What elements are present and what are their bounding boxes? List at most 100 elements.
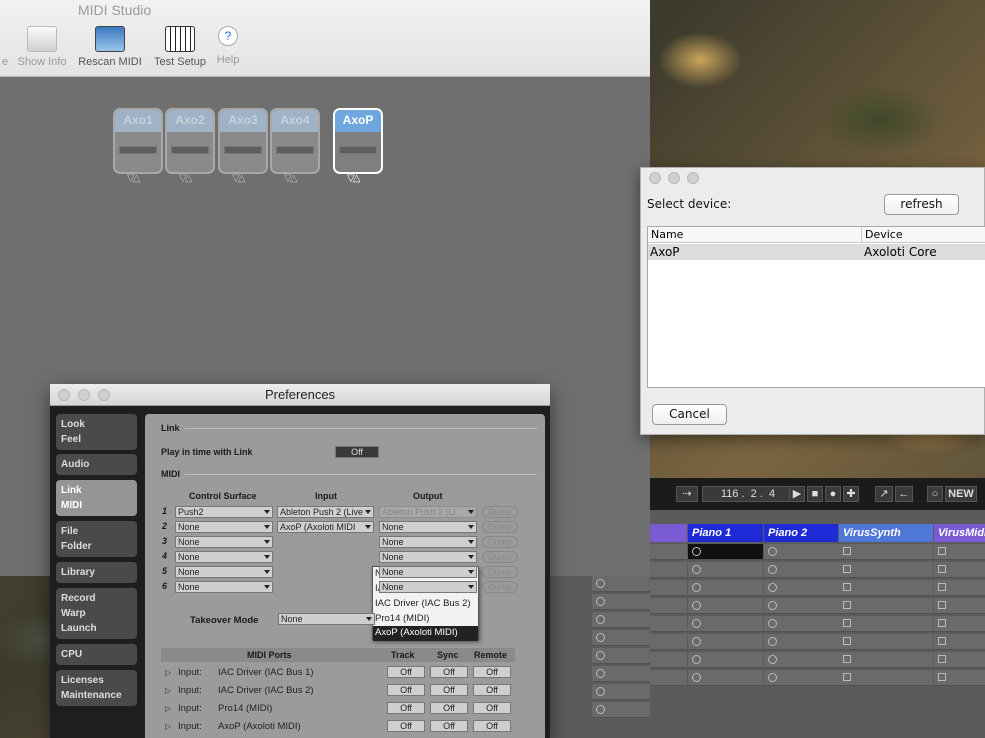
clip-launch-icon[interactable] xyxy=(768,583,777,592)
zoom-button[interactable] xyxy=(687,172,699,184)
clip-launch-icon[interactable] xyxy=(596,597,605,606)
clip-slot[interactable] xyxy=(839,616,933,632)
clip-slot[interactable] xyxy=(592,684,650,700)
clip-slot[interactable] xyxy=(839,652,933,668)
clip-slot[interactable] xyxy=(839,634,933,650)
clip-launch-icon[interactable] xyxy=(692,583,701,592)
takeover-mode-select[interactable]: None xyxy=(278,613,375,625)
expand-port-icon[interactable]: ▷ xyxy=(165,722,171,731)
clip-slot[interactable] xyxy=(934,544,985,560)
clip-slot[interactable] xyxy=(934,580,985,596)
clip-slot[interactable] xyxy=(764,652,839,668)
dropdown-option-selected[interactable]: AxoP (Axoloti MIDI) xyxy=(373,626,478,641)
clip-stop-icon[interactable] xyxy=(938,673,946,681)
clip-slot[interactable] xyxy=(688,616,763,632)
control-surface-select[interactable]: None xyxy=(175,551,273,563)
column-header-name[interactable]: Name xyxy=(648,227,862,243)
follow-button[interactable]: ⇢ xyxy=(676,486,698,502)
output-select[interactable]: None xyxy=(379,566,477,578)
track-toggle[interactable]: Off xyxy=(387,666,425,678)
clip-launch-icon[interactable] xyxy=(692,655,701,664)
device-axo2[interactable]: Axo2 ▽△ xyxy=(165,108,215,184)
dropdown-option[interactable]: IAC Driver (IAC Bus 2) xyxy=(373,597,478,612)
control-surface-select[interactable]: None xyxy=(175,521,273,533)
clip-stop-icon[interactable] xyxy=(843,655,851,663)
clip-slot[interactable] xyxy=(764,544,839,560)
clip-slot[interactable] xyxy=(688,580,763,596)
tab-file-folder[interactable]: File Folder xyxy=(56,521,137,557)
clip-slot[interactable] xyxy=(592,648,650,664)
clip-stop-icon[interactable] xyxy=(843,619,851,627)
clip-slot[interactable] xyxy=(688,562,763,578)
clip-stop-icon[interactable] xyxy=(843,637,851,645)
clip-slot[interactable] xyxy=(839,580,933,596)
track-toggle[interactable]: Off xyxy=(387,702,425,714)
clip-slot[interactable] xyxy=(764,580,839,596)
clip-slot[interactable] xyxy=(592,576,650,592)
clip-slot[interactable] xyxy=(688,598,763,614)
column-header-device[interactable]: Device xyxy=(862,227,985,243)
control-surface-select[interactable]: None xyxy=(175,566,273,578)
clip-slot[interactable] xyxy=(650,598,687,614)
clip-slot[interactable] xyxy=(764,670,839,686)
clip-launch-icon[interactable] xyxy=(596,687,605,696)
tab-licenses-maintenance[interactable]: Licenses Maintenance xyxy=(56,670,137,706)
output-select[interactable]: None xyxy=(379,551,477,563)
dropdown-option[interactable]: Pro14 (MIDI) xyxy=(373,612,478,627)
clip-stop-icon[interactable] xyxy=(938,601,946,609)
close-button[interactable] xyxy=(649,172,661,184)
clip-slot[interactable] xyxy=(592,612,650,628)
clip-slot[interactable] xyxy=(839,670,933,686)
clip-slot[interactable] xyxy=(592,594,650,610)
rescan-midi-button[interactable]: Rescan MIDI xyxy=(75,26,145,68)
clip-slot[interactable] xyxy=(688,634,763,650)
dump-button[interactable]: Dump xyxy=(482,521,518,533)
output-select[interactable]: None xyxy=(379,536,477,548)
track-header-virusmidi[interactable]: VirusMidi xyxy=(934,524,985,542)
clip-stop-icon[interactable] xyxy=(938,637,946,645)
automation-icon[interactable]: ↗ xyxy=(875,486,893,502)
clip-launch-icon[interactable] xyxy=(596,651,605,660)
control-surface-select[interactable]: None xyxy=(175,536,273,548)
add-icon[interactable]: ✚ xyxy=(843,486,859,502)
clip-launch-icon[interactable] xyxy=(596,579,605,588)
clip-slot[interactable] xyxy=(839,562,933,578)
clip-slot[interactable] xyxy=(650,580,687,596)
stop-icon[interactable]: ■ xyxy=(807,486,823,502)
dump-button[interactable]: Dump xyxy=(482,551,518,563)
dump-button[interactable]: Dump xyxy=(482,536,518,548)
table-row-device[interactable]: Axoloti Core xyxy=(862,244,985,260)
clip-slot[interactable] xyxy=(688,670,763,686)
output-select[interactable]: Ableton Push 2 (Li xyxy=(379,506,477,518)
clip-stop-icon[interactable] xyxy=(843,547,851,555)
track-header-partial[interactable] xyxy=(650,524,687,542)
new-button[interactable]: NEW xyxy=(945,486,977,502)
clip-slot[interactable] xyxy=(934,634,985,650)
expand-port-icon[interactable]: ▷ xyxy=(165,668,171,677)
remote-toggle[interactable]: Off xyxy=(473,684,511,696)
output-select[interactable]: None xyxy=(379,521,477,533)
clip-launch-icon[interactable] xyxy=(596,615,605,624)
clip-launch-icon[interactable] xyxy=(768,601,777,610)
tab-audio[interactable]: Audio xyxy=(56,454,137,475)
track-toggle[interactable]: Off xyxy=(387,684,425,696)
remote-toggle[interactable]: Off xyxy=(473,720,511,732)
clip-slot[interactable] xyxy=(839,544,933,560)
refresh-button[interactable]: refresh xyxy=(884,194,959,215)
clip-launch-icon[interactable] xyxy=(768,655,777,664)
remote-toggle[interactable]: Off xyxy=(473,666,511,678)
record-icon[interactable]: ● xyxy=(825,486,841,502)
sync-toggle[interactable]: Off xyxy=(430,702,468,714)
sync-toggle[interactable]: Off xyxy=(430,684,468,696)
show-info-button[interactable]: Show Info xyxy=(14,26,70,68)
clip-stop-icon[interactable] xyxy=(843,673,851,681)
clip-slot[interactable] xyxy=(650,544,687,560)
clip-stop-icon[interactable] xyxy=(938,655,946,663)
remote-toggle[interactable]: Off xyxy=(473,702,511,714)
clip-slot[interactable] xyxy=(764,598,839,614)
clip-launch-icon[interactable] xyxy=(768,673,777,682)
sync-toggle[interactable]: Off xyxy=(430,720,468,732)
clip-launch-icon[interactable] xyxy=(692,673,701,682)
device-table[interactable]: Name Device AxoP Axoloti Core xyxy=(647,226,985,388)
clip-slot[interactable] xyxy=(934,652,985,668)
